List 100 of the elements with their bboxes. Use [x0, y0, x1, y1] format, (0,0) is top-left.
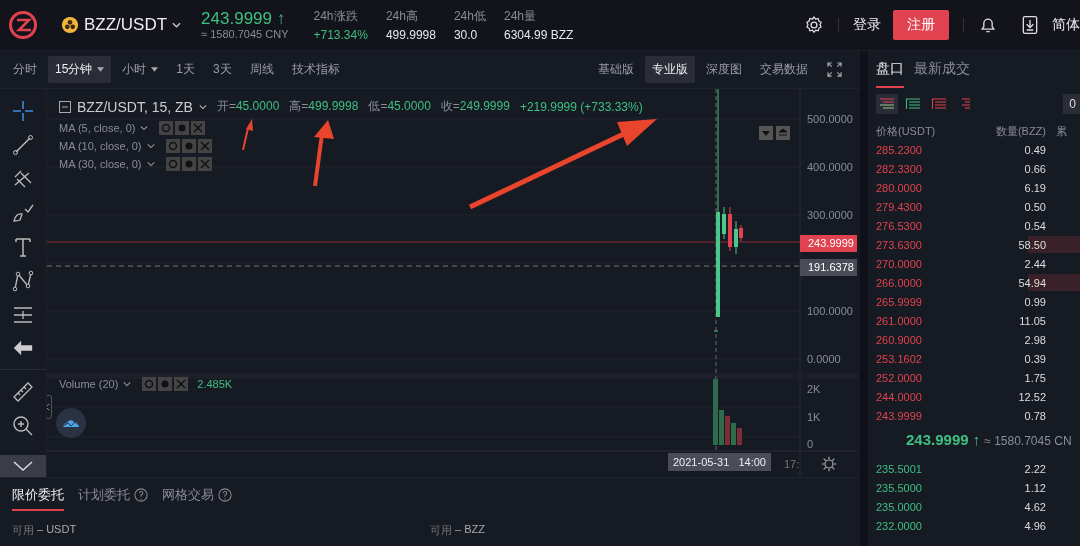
- ask-amount: 0.54: [1023, 219, 1046, 232]
- last-price: 243.9999 ↑: [906, 431, 981, 448]
- balance-value: – BZZ: [455, 523, 485, 537]
- interval-tab[interactable]: 1天: [169, 56, 203, 83]
- stat-value: 30.0: [453, 28, 479, 42]
- ask-price: 244.0000: [876, 390, 923, 403]
- ask-amount: 58.50: [1017, 238, 1046, 251]
- ask-amount: 0.49: [1023, 143, 1046, 156]
- price-cny: ≈ 1580.7045 CN: [984, 434, 1072, 448]
- ask-price: 260.9000: [876, 333, 923, 346]
- view-tab[interactable]: 交易数据: [753, 56, 815, 83]
- price-axis-label: 400.0000: [807, 160, 853, 174]
- ask-amount: 12.52: [1017, 390, 1046, 403]
- indicator-label[interactable]: MA (10, close, 0): [59, 140, 142, 152]
- ask-price: 285.2300: [876, 143, 923, 156]
- ask-price: 253.1602: [876, 352, 923, 365]
- ask-price: 273.6300: [876, 238, 923, 251]
- ask-amount: 0.78: [1023, 409, 1046, 422]
- volume-axis-label: 0: [807, 437, 814, 451]
- interval-tab[interactable]: 3天: [206, 56, 239, 83]
- bid-price: 235.5000: [876, 481, 923, 494]
- ask-price: 280.0000: [876, 181, 923, 194]
- change-value: +219.9999 (+733.33%): [519, 99, 643, 114]
- orderbook-tab[interactable]: 盘口: [876, 60, 904, 88]
- ask-price: 261.0000: [876, 314, 923, 327]
- bid-amount: 4.62: [1023, 500, 1046, 513]
- price-axis-label: 300.0000: [807, 208, 853, 222]
- column-header: 价格(USDT): [876, 124, 937, 139]
- stat-label: 24h低: [453, 8, 486, 25]
- orderbook-tab[interactable]: 最新成交: [914, 60, 970, 88]
- ask-price: 279.4300: [876, 200, 923, 213]
- bid-price: 232.0000: [876, 519, 923, 532]
- pair-selector[interactable]: BZZ/USDT: [61, 15, 182, 35]
- time-axis-label: 17:: [784, 458, 800, 470]
- price-axis-label: 500.0000: [807, 112, 853, 126]
- ask-amount: 0.39: [1023, 352, 1046, 365]
- order-tab[interactable]: 限价委托: [12, 486, 64, 511]
- ask-price: 252.0000: [876, 371, 923, 384]
- column-header: 累: [1056, 124, 1068, 139]
- balance-label: 可用: [12, 523, 34, 538]
- register-button[interactable]: 注册: [893, 10, 949, 40]
- ask-amount: 0.66: [1023, 162, 1046, 175]
- bid-amount: 1.12: [1023, 481, 1046, 494]
- stat-value: +713.34%: [313, 28, 368, 42]
- stat-label: 24h高: [385, 8, 419, 25]
- stat-value: 499.9998: [385, 28, 436, 42]
- last-price: 243.9999 ↑: [201, 10, 287, 28]
- ask-price: 282.3300: [876, 162, 923, 175]
- price-axis-label: 100.0000: [807, 304, 853, 318]
- login-button[interactable]: 登录: [853, 16, 881, 34]
- volume-axis-label: 2K: [807, 382, 821, 396]
- ask-price: 266.0000: [876, 276, 923, 289]
- indicator-label[interactable]: Volume (20): [59, 378, 119, 390]
- ask-amount: 11.05: [1018, 314, 1046, 327]
- indicator-label[interactable]: MA (30, close, 0): [59, 158, 142, 170]
- interval-tab[interactable]: 小时: [115, 56, 166, 83]
- precision-selector[interactable]: 0: [1063, 94, 1080, 114]
- interval-tab[interactable]: 分时: [6, 56, 44, 83]
- ask-price: 270.0000: [876, 257, 923, 270]
- stat-label: 24h量: [503, 8, 537, 25]
- column-header: 数量(BZZ): [994, 124, 1046, 139]
- price-cny: ≈ 1580.7045 CNY: [201, 28, 289, 40]
- volume-axis-label: 1K: [807, 410, 821, 424]
- ask-amount: 2.44: [1023, 257, 1046, 270]
- crosshair-price-label: 191.6378: [800, 259, 857, 276]
- ohlc-value: 开=45.0000: [216, 98, 280, 115]
- ask-amount: 1.75: [1023, 371, 1046, 384]
- view-tab[interactable]: 基础版: [591, 56, 641, 83]
- ask-amount: 0.50: [1023, 200, 1046, 213]
- language-selector[interactable]: 简体: [1052, 16, 1080, 34]
- chart-title[interactable]: BZZ/USDT, 15, ZB: [77, 98, 193, 115]
- ask-amount: 6.19: [1023, 181, 1046, 194]
- ask-amount: 54.94: [1017, 276, 1046, 289]
- indicator-label[interactable]: MA (5, close, 0): [59, 122, 136, 134]
- last-price-label: 243.9999: [800, 235, 857, 252]
- ask-price: 276.5300: [876, 219, 923, 232]
- stat-value: 6304.99 BZZ: [503, 28, 574, 42]
- interval-tab[interactable]: 周线: [242, 56, 281, 83]
- bid-amount: 2.22: [1023, 462, 1046, 475]
- bid-price: 235.5001: [876, 462, 923, 475]
- bid-price: 235.0000: [876, 500, 923, 513]
- view-tab[interactable]: 深度图: [699, 56, 749, 83]
- ask-price: 243.9999: [876, 409, 923, 422]
- ohlc-value: 高=499.9998: [289, 98, 359, 115]
- view-tab[interactable]: 专业版: [645, 56, 695, 83]
- stat-label: 24h涨跌: [313, 8, 359, 25]
- interval-tab[interactable]: 技术指标: [284, 56, 347, 83]
- interval-tab[interactable]: 15分钟: [48, 56, 112, 83]
- order-tab[interactable]: 网格交易: [162, 486, 232, 511]
- crosshair-time-label: 2021-05-31 14:00: [668, 453, 771, 471]
- bid-amount: 4.96: [1023, 519, 1046, 532]
- balance-label: 可用: [430, 523, 452, 538]
- ohlc-value: 低=45.0000: [368, 98, 431, 115]
- ohlc-value: 收=249.9999: [440, 98, 510, 115]
- balance-value: – USDT: [37, 523, 77, 537]
- order-tab[interactable]: 计划委托: [78, 486, 148, 511]
- ask-amount: 2.98: [1023, 333, 1046, 346]
- ask-amount: 0.99: [1023, 295, 1046, 308]
- ask-price: 265.9999: [876, 295, 923, 308]
- volume-value: 2.485K: [197, 378, 233, 390]
